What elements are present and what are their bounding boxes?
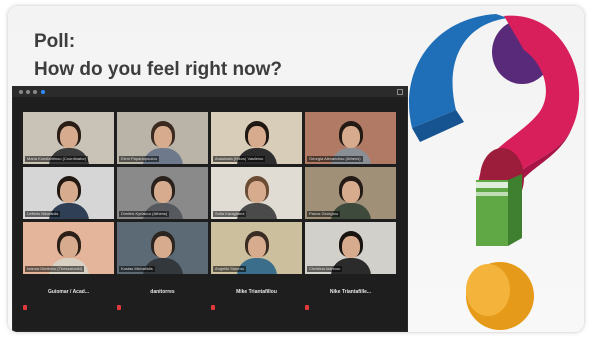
participant-video-tile[interactable]: Panos Georgiou [305,167,396,219]
participant-face [153,236,172,258]
participant-name-tile[interactable]: danitorres [117,278,208,312]
participant-grid: Maria Konstantinou (Coordinator) Eleni Pa… [23,112,396,274]
participant-video-tile[interactable]: Maria Konstantinou (Coordinator) [23,112,114,164]
participant-face [153,181,172,203]
participant-name-tile[interactable]: Mike Triantafillou [211,278,302,312]
maximize-icon [397,89,403,95]
participant-name-label: Angeliki Stavrou [213,266,246,272]
window-control-icon [26,90,30,94]
participant-name-label: Ioanna Dimitriou (Thessaloniki) [25,266,85,272]
participant-name-label: Christina Ioannou [307,266,343,272]
participant-video-tile[interactable]: Sofia Karagianni [211,167,302,219]
presentation-slide: Poll: How do you feel right now? Maria K… [8,6,584,332]
participant-name-label: Anastasia (Nikos) Vasileiou [213,156,266,162]
muted-mic-icon [211,305,215,310]
camera-off-row: Guiomar / Acad... danitorres Mike Triantaf… [23,278,396,312]
participant-name-label: Panos Georgiou [307,211,340,217]
participant-name-label: Dimitris Kyriakou (Athens) [119,211,170,217]
participant-name-label: Maria Konstantinou (Coordinator) [25,156,89,162]
participant-video-tile[interactable]: Dimitris Kyriakou (Athens) [117,167,208,219]
muted-mic-icon [117,305,121,310]
slide-title: Poll: How do you feel right now? [34,28,282,84]
participant-name-label: Georgia Alexandrou (Athens) [307,156,363,162]
participant-name-tile[interactable]: Guiomar / Acad... [23,278,114,312]
muted-mic-icon [305,305,309,310]
participant-video-tile[interactable]: Christina Ioannou [305,222,396,274]
participant-video-tile[interactable]: Eleni Papadopoulou [117,112,208,164]
participant-video-tile[interactable]: Anastasia (Nikos) Vasileiou [211,112,302,164]
participant-name-tile[interactable]: Nike Triantafille... [305,278,396,312]
participant-face [59,236,78,258]
window-titlebar [13,87,407,97]
participant-face [341,236,360,258]
participant-display-name: Mike Triantafillou [236,289,277,295]
title-line-poll: Poll: [34,31,76,52]
participant-name-label: Kostas Michailidis [119,266,155,272]
participant-face [153,126,172,148]
participant-face [59,181,78,203]
muted-mic-icon [23,305,27,310]
participant-name-label: Lefteris Nikolaidis [25,211,61,217]
participant-video-tile[interactable]: Georgia Alexandrou (Athens) [305,112,396,164]
participant-video-tile[interactable]: Ioanna Dimitriou (Thessaloniki) [23,222,114,274]
participant-name-label: Eleni Papadopoulou [119,156,159,162]
participant-display-name: Nike Triantafille... [329,289,372,295]
participant-face [247,236,266,258]
window-control-icon [33,90,37,94]
window-control-icon [19,90,23,94]
participant-face [341,181,360,203]
participant-display-name: Guiomar / Acad... [48,289,89,295]
participant-face [247,126,266,148]
question-mark-3d-icon [408,14,580,330]
security-shield-icon [41,90,45,94]
participant-display-name: danitorres [150,289,175,295]
video-call-screenshot: Maria Konstantinou (Coordinator) Eleni Pa… [12,86,408,332]
title-line-question: How do you feel right now? [34,59,283,80]
participant-video-tile[interactable]: Kostas Michailidis [117,222,208,274]
participant-video-tile[interactable]: Lefteris Nikolaidis [23,167,114,219]
participant-name-label: Sofia Karagianni [213,211,247,217]
participant-face [247,181,266,203]
participant-face [59,126,78,148]
participant-face [341,126,360,148]
participant-video-tile[interactable]: Angeliki Stavrou [211,222,302,274]
